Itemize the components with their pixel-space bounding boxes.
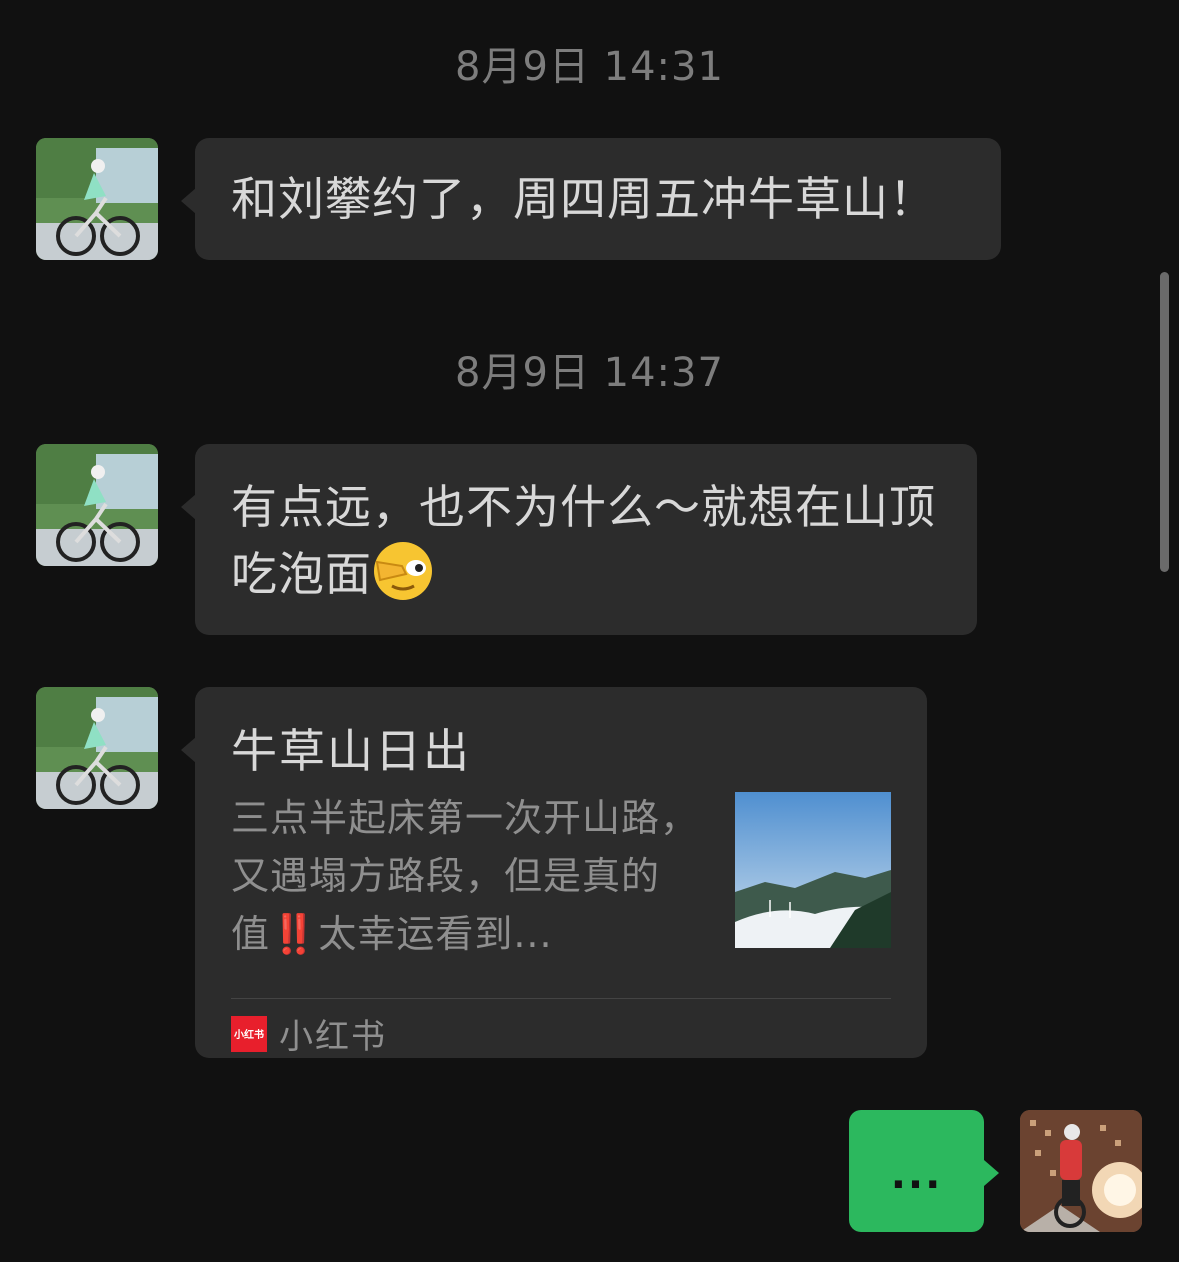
my-avatar[interactable] [1020, 1110, 1142, 1232]
message-bubble[interactable]: 有点远，也不为什么～就想在山顶吃泡面 [181, 444, 977, 635]
avatar[interactable] [36, 138, 158, 260]
card-title: 牛草山日出 [231, 724, 471, 778]
message-text: ... [890, 1152, 943, 1198]
link-card[interactable]: 牛草山日出 三点半起床第一次开山路，又遇塌方路段，但是真的值‼️太幸运看到...… [181, 687, 927, 1058]
avatar[interactable] [36, 687, 158, 809]
message-text: 和刘攀约了，周四周五冲牛草山！ [231, 172, 936, 226]
scrollbar[interactable] [1160, 272, 1169, 572]
outgoing-message-bubble[interactable]: ... [849, 1110, 999, 1232]
face-with-hand-over-eye-icon [374, 542, 432, 600]
double-exclamation-icon: ‼️ [270, 912, 319, 956]
card-description: 三点半起床第一次开山路，又遇塌方路段，但是真的值‼️太幸运看到... [231, 796, 700, 956]
source-name: 小红书 [279, 1017, 387, 1057]
timestamp: 8月9日 14:37 [455, 350, 724, 396]
card-thumbnail [735, 792, 891, 948]
card-source: 小红书 小红书 [231, 1009, 387, 1058]
timestamp: 8月9日 14:31 [455, 44, 724, 90]
card-divider [231, 998, 891, 999]
message-bubble[interactable]: 和刘攀约了，周四周五冲牛草山！ [181, 138, 1001, 260]
avatar[interactable] [36, 444, 158, 566]
message-text: 有点远，也不为什么～就想在山顶吃泡面 [231, 480, 936, 601]
xiaohongshu-logo-icon: 小红书 [231, 1015, 267, 1052]
